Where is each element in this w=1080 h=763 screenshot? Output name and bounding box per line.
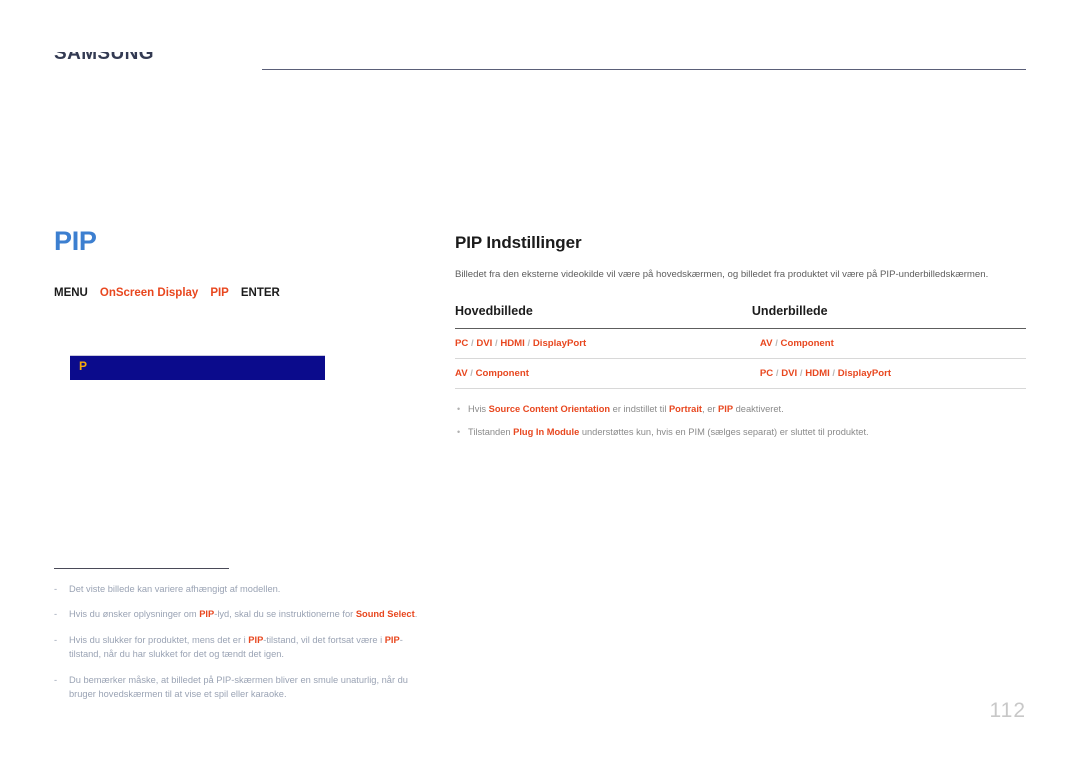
source-name: HDMI — [805, 368, 830, 380]
section-heading: PIP Indstillinger — [455, 233, 582, 252]
cell-sub-picture: PC / DVI / HDMI / DisplayPort — [751, 358, 1026, 390]
source-name: PC — [759, 368, 774, 380]
source-name: DVI — [781, 368, 798, 380]
note-item: • Hvis Source Content Orientation er inds… — [455, 403, 1026, 417]
running-head: SAMSUNG — [54, 52, 154, 64]
column-header-sub: Underbillede — [751, 304, 1026, 330]
source-name: AV — [759, 338, 773, 350]
table-row: AV / Component PC / DVI / HDMI / DisplayP… — [455, 358, 1026, 390]
note-item: • Tilstanden Plug In Module understøttes … — [455, 426, 1026, 440]
source-name: PC — [455, 338, 469, 350]
footnote-emphasis: PIP — [248, 634, 264, 645]
footnote-dash-marker: - — [54, 584, 58, 594]
breadcrumb-item-onscreen-display: OnScreen Display — [99, 287, 199, 299]
footnote-item: - Det viste billede kan variere afhængigt… — [54, 582, 434, 596]
footnote-list: - Det viste billede kan variere afhængigt… — [54, 582, 434, 701]
note-emphasis: Plug In Module — [513, 427, 580, 438]
source-separator: / — [524, 338, 533, 350]
footnote-emphasis: PIP — [199, 609, 215, 620]
running-head-clip: SAMSUNG — [54, 52, 244, 69]
osd-menu-item-label: P — [79, 359, 88, 373]
source-separator: / — [772, 338, 781, 350]
left-column: PIP MENU OnScreen Display PIP ENTER — [54, 228, 404, 300]
source-separator: / — [467, 368, 476, 380]
footnote-dash-marker: - — [54, 674, 58, 685]
source-name: DVI — [476, 338, 493, 350]
cell-sub-picture: AV / Component — [751, 328, 1026, 360]
source-name: DisplayPort — [837, 368, 892, 380]
table-row: PC / DVI / HDMI / DisplayPort AV / Compon… — [455, 328, 1026, 360]
pip-source-table: Hovedbillede Underbillede PC / DVI / HDM… — [455, 304, 1026, 390]
page-header: SAMSUNG — [54, 52, 1026, 78]
cell-main-picture: AV / Component — [455, 358, 752, 390]
right-column: PIP Indstillinger Billedet fra den ekste… — [455, 234, 1026, 449]
breadcrumb-item-pip: PIP — [210, 287, 229, 299]
footnote-dash-marker: - — [54, 634, 58, 645]
source-name: AV — [455, 368, 468, 380]
table-head: Hovedbillede Underbillede — [455, 304, 1026, 330]
note-bullet-icon: • — [457, 427, 461, 438]
footnotes-divider — [54, 568, 229, 569]
column-header-main: Hovedbillede — [455, 304, 752, 330]
footnote-item: - Du bemærker måske, at billedet på PIP-s… — [54, 674, 408, 700]
notes-list: • Hvis Source Content Orientation er inds… — [455, 403, 1026, 440]
table-body: PC / DVI / HDMI / DisplayPort AV / Compon… — [455, 328, 1026, 390]
footnote-emphasis: PIP — [384, 634, 400, 645]
footnote-item: - Hvis du slukker for produktet, mens det… — [54, 634, 403, 660]
page-number: 112 — [989, 699, 1026, 722]
breadcrumb: MENU OnScreen Display PIP ENTER — [54, 287, 404, 300]
note-emphasis: PIP — [718, 404, 734, 415]
footnote-item: - Hvis du ønsker oplysninger om PIP-lyd, … — [54, 607, 434, 621]
footnotes-block: - Det viste billede kan variere afhængigt… — [54, 568, 434, 701]
source-separator: / — [829, 368, 838, 380]
breadcrumb-item-enter: ENTER — [240, 287, 280, 299]
cell-main-picture: PC / DVI / HDMI / DisplayPort — [455, 328, 752, 360]
table-header-row: Hovedbillede Underbillede — [455, 304, 1026, 330]
note-bullet-icon: • — [457, 404, 461, 415]
footnote-dash-marker: - — [54, 609, 58, 620]
note-emphasis: Portrait — [668, 404, 703, 415]
note-emphasis: Source Content Orientation — [488, 404, 611, 415]
section-description: Billedet fra den eksterne videokilde vil… — [455, 269, 989, 280]
header-divider-rule — [262, 69, 1026, 70]
page-title: PIP — [54, 226, 97, 256]
source-name: Component — [475, 368, 529, 380]
source-name: DisplayPort — [532, 338, 587, 350]
breadcrumb-item-menu: MENU — [54, 287, 88, 299]
source-name: Component — [780, 338, 834, 350]
osd-menu-screenshot: P — [70, 355, 325, 380]
source-name: HDMI — [500, 338, 525, 350]
footnote-emphasis: Sound Select — [355, 609, 415, 620]
